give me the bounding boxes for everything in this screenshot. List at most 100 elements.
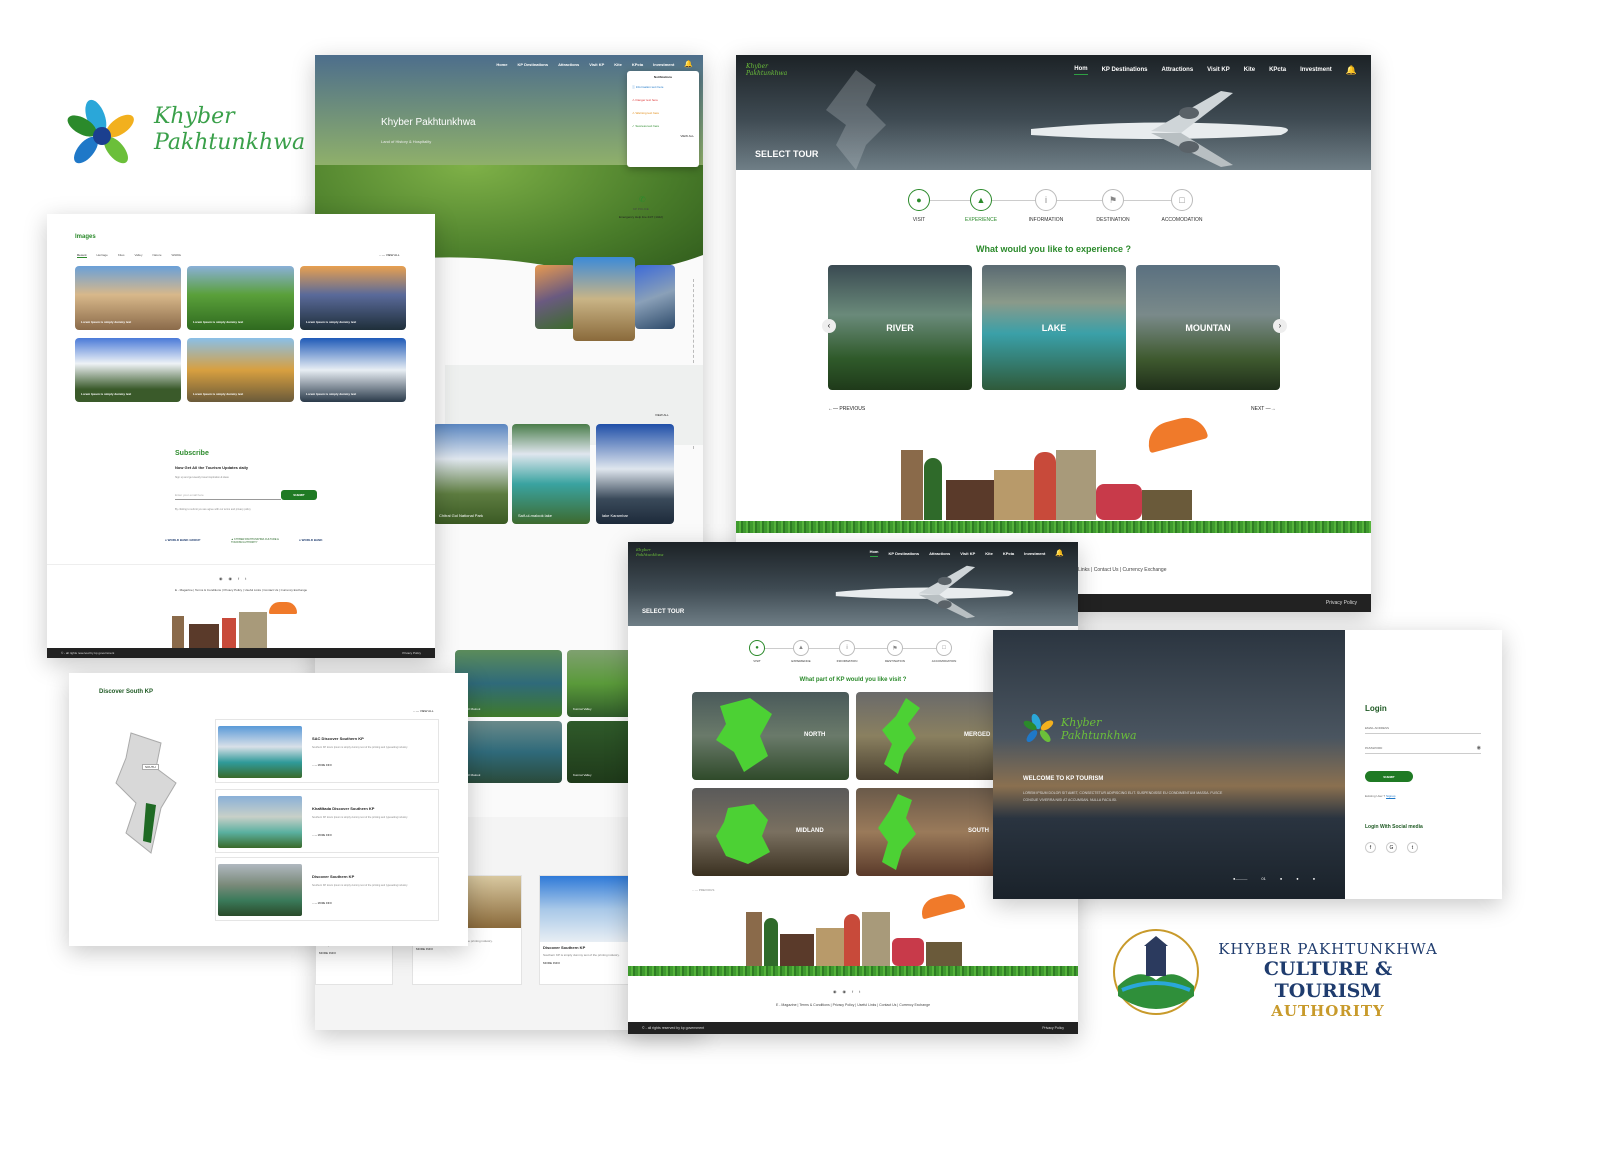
instagram-icon[interactable]: ◉ [833, 989, 837, 994]
google-icon[interactable]: ◉ [229, 576, 233, 581]
region-privacy-link[interactable]: Privacy Policy [1042, 1026, 1064, 1030]
image-tile[interactable]: Lorem Ipsum is simply dummy text [300, 266, 406, 330]
thumb-image[interactable]: Saif Ul Malook [455, 650, 562, 717]
slider-dot[interactable]: ● [1313, 876, 1315, 881]
images-footer-links[interactable]: E - Magazine | Terms & Conditions | Priv… [47, 588, 435, 592]
login-submit-button[interactable]: SUBMIT [1365, 771, 1413, 782]
nav-kpcta[interactable]: KPcta [632, 62, 643, 67]
slider-dot[interactable]: ● [1296, 876, 1298, 881]
subscribe-submit-button[interactable]: SUBMIT [281, 490, 317, 500]
twitter-icon[interactable]: t [1407, 842, 1418, 853]
previous-button[interactable]: ←— PREVIOUS [828, 406, 865, 412]
notifications-view-all[interactable]: VIEW ALL [632, 134, 694, 138]
bell-icon[interactable]: 🔔 [684, 60, 693, 68]
carousel-image-left[interactable] [535, 265, 575, 329]
image-tile[interactable]: Lorem Ipsum is simply dummy text [75, 338, 181, 402]
tab-nature[interactable]: Nature [152, 253, 161, 258]
email-input[interactable]: Enter your email here [175, 490, 281, 500]
nav-attractions[interactable]: Attractions [558, 62, 579, 67]
nav-kite[interactable]: Kite [985, 551, 993, 556]
carousel-image-right[interactable] [635, 265, 675, 329]
tab-valley[interactable]: Valley [135, 253, 143, 258]
region-previous-button[interactable]: ←— PREVIOUS [692, 888, 714, 892]
google-icon[interactable]: ◉ [843, 989, 847, 994]
nav-attractions[interactable]: Attractions [929, 551, 950, 556]
step-destination[interactable]: ⚑ DESTINATION [1078, 189, 1148, 223]
step-visit[interactable]: ● VISIT [884, 189, 954, 223]
signup-link[interactable]: Signup [1386, 794, 1395, 798]
discover-view-all[interactable]: ←— VIEW ALL [413, 709, 434, 713]
nav-investment[interactable]: Investment [653, 62, 674, 67]
region-card-south[interactable]: SOUTH [856, 788, 1013, 876]
nav-destinations[interactable]: KP Destinations [1102, 67, 1148, 73]
notification-item[interactable]: ⓘ Information text here [632, 85, 694, 89]
images-privacy-link[interactable]: Privacy Policy [402, 651, 421, 655]
step-experience[interactable]: ▲ EXPERIENCE [946, 189, 1016, 223]
nav-attractions[interactable]: Attractions [1161, 67, 1193, 73]
image-tile[interactable]: Lorem Ipsum is simply dummy text [300, 338, 406, 402]
facebook-icon[interactable]: f [852, 989, 853, 994]
region-card-merged[interactable]: MERGED [856, 692, 1013, 780]
image-tile[interactable]: Lorem Ipsum is simply dummy text [187, 338, 294, 402]
notification-item[interactable]: ⚠ Warning text here [632, 111, 694, 115]
gallery-card-karambar[interactable]: lake Karambar [596, 424, 674, 524]
nav-visit[interactable]: Visit KP [1207, 67, 1230, 73]
instagram-icon[interactable]: ◉ [219, 576, 223, 581]
login-slider-dots[interactable]: ●——— 01 ● ● ● [1233, 876, 1315, 881]
images-view-all[interactable]: ←— VIEW ALL [379, 253, 400, 257]
nav-visit[interactable]: Visit KP [960, 551, 975, 556]
tour-privacy-link[interactable]: Privacy Policy [1326, 600, 1357, 606]
thumb-image[interactable]: Saif Ul Malook [455, 721, 562, 783]
step-accomodation[interactable]: □ ACCOMODATION [1147, 189, 1217, 223]
option-card-lake[interactable]: LAKE [982, 265, 1126, 390]
nav-investment[interactable]: Investment [1024, 551, 1045, 556]
region-card-midland[interactable]: MIDLAND [692, 788, 849, 876]
nav-visit[interactable]: Visit KP [589, 62, 604, 67]
password-field[interactable]: PASSWORD ◉ [1365, 745, 1481, 754]
nav-home[interactable]: Hom [869, 549, 879, 557]
nav-home[interactable]: Hom [1074, 66, 1088, 75]
tab-wildlife[interactable]: Wildlife [172, 253, 182, 258]
discover-item[interactable]: KhaMtada Discover Southern KP Southern K… [215, 789, 439, 853]
gallery-card-chitral[interactable]: Chitral Gol National Park [433, 424, 508, 524]
region-card-north[interactable]: NORTH [692, 692, 849, 780]
nav-kite[interactable]: Kite [614, 62, 622, 67]
nav-kpcta[interactable]: KPcta [1269, 67, 1286, 73]
twitter-icon[interactable]: t [859, 989, 860, 994]
tab-heritage[interactable]: Heritage [97, 253, 108, 258]
discover-item[interactable]: SAC Discover Southern KP Southern KP lor… [215, 719, 439, 783]
slider-dot[interactable]: ● [1280, 876, 1282, 881]
facebook-icon[interactable]: f [238, 576, 239, 581]
nav-destinations[interactable]: KP Destinations [888, 551, 919, 556]
home-view-all[interactable]: VIEW ALL [655, 413, 669, 417]
image-tile[interactable]: Lorem Ipsum is simply dummy text [75, 266, 181, 330]
nav-kpcta[interactable]: KPcta [1003, 551, 1014, 556]
nav-investment[interactable]: Investment [1300, 67, 1332, 73]
tour-footer-links[interactable]: Links | Contact Us | Currency Exchange [1078, 567, 1166, 573]
notification-item[interactable]: ✓ Success text here [632, 124, 694, 128]
tab-kites[interactable]: Kites [118, 253, 125, 258]
nav-kite[interactable]: Kite [1244, 67, 1255, 73]
option-card-mountain[interactable]: MOUNTAN [1136, 265, 1280, 390]
step-information[interactable]: i INFORMATION [1011, 189, 1081, 223]
bell-icon[interactable]: 🔔 [1055, 549, 1064, 557]
email-field[interactable]: EMAIL ADDRESS [1365, 726, 1481, 734]
carousel-next-arrow[interactable]: › [1273, 319, 1287, 333]
image-tile[interactable]: Lorem Ipsum is simply dummy text [187, 266, 294, 330]
carousel-prev-arrow[interactable]: ‹ [822, 319, 836, 333]
bell-icon[interactable]: 🔔 [1346, 65, 1357, 76]
facebook-icon[interactable]: f [1365, 842, 1376, 853]
phone-icon[interactable]: ✆ [639, 195, 646, 204]
gallery-card-saif[interactable]: Saif-ul-malook lake [512, 424, 590, 524]
nav-destinations[interactable]: KP Destinations [517, 62, 548, 67]
next-button[interactable]: NEXT —→ [1251, 406, 1276, 412]
nav-home[interactable]: Home [496, 62, 507, 67]
carousel-image-center[interactable] [573, 257, 635, 341]
google-icon[interactable]: G [1386, 842, 1397, 853]
step-accomodation[interactable]: □ ACCOMODATION [909, 640, 979, 663]
notification-item[interactable]: ⚠ Danger text here [632, 98, 694, 102]
discover-item[interactable]: Discover Southern KP Southern KP lorem I… [215, 857, 439, 921]
twitter-icon[interactable]: t [245, 576, 246, 581]
tab-recent[interactable]: Recent [77, 253, 87, 258]
region-footer-links[interactable]: E - Magazine | Terms & Conditions | Priv… [628, 1003, 1078, 1007]
